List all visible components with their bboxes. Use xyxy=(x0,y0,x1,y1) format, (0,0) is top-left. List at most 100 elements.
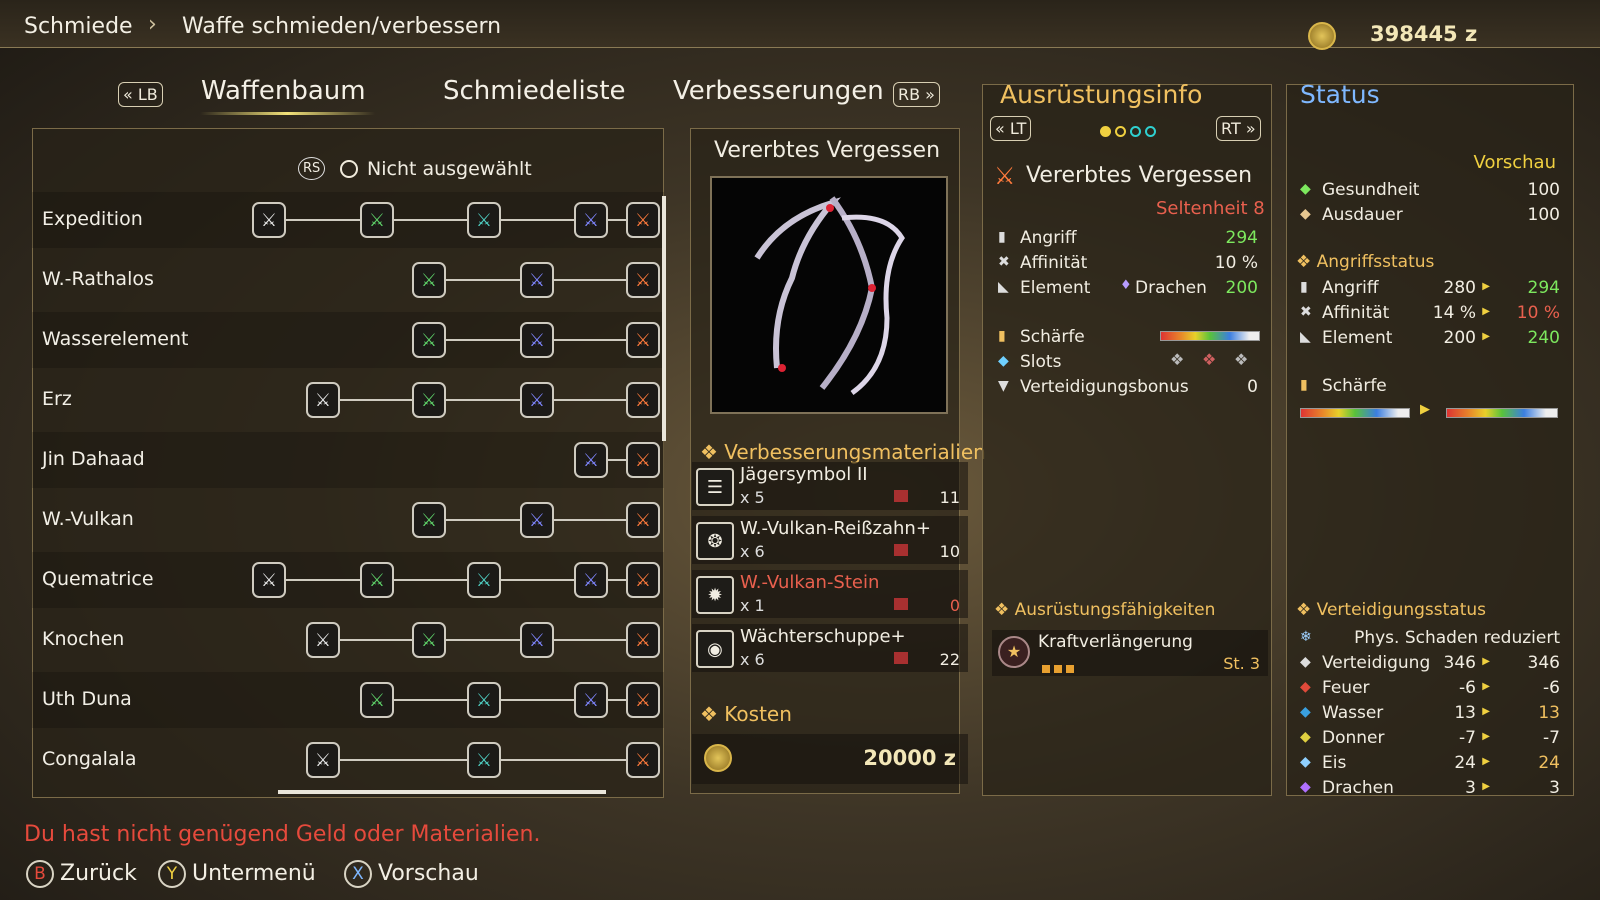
info-attack-row: ▮ Angriff 294 xyxy=(998,228,1258,248)
tree-row[interactable]: W.-Vulkan ⚔ ⚔ ⚔ xyxy=(32,492,664,548)
weapon-node-icon[interactable]: ⚔ xyxy=(467,682,501,718)
stat-icon: ◣ xyxy=(1300,329,1311,345)
lb-button[interactable]: « LB xyxy=(118,82,163,107)
weapon-node-icon[interactable]: ⚔ xyxy=(306,382,340,418)
materials-title: ❖ Verbesserungsmaterialien xyxy=(700,440,986,464)
skill-row[interactable]: ★ Kraftverlängerung St. 3 xyxy=(992,630,1268,676)
weapon-node-icon[interactable]: ⚔ xyxy=(360,562,394,598)
weapon-node-icon[interactable]: ⚔ xyxy=(467,742,501,778)
weapon-node-icon[interactable]: ⚔ xyxy=(252,202,286,238)
weapon-node-icon[interactable]: ⚔ xyxy=(467,202,501,238)
stat-after: 346 xyxy=(1527,653,1560,673)
tree-vertical-scrollbar[interactable] xyxy=(662,196,666,441)
stat-before: 3 xyxy=(1465,778,1476,798)
weapon-node-icon[interactable]: ⚔ xyxy=(412,322,446,358)
arrow-right-icon: ▶ xyxy=(1482,306,1490,317)
weapon-node-icon[interactable]: ⚔ xyxy=(626,442,660,478)
b-button-icon: B xyxy=(26,860,54,888)
weapon-node-icon[interactable]: ⚔ xyxy=(574,442,608,478)
weapon-node-icon[interactable]: ⚔ xyxy=(520,322,554,358)
arrow-right-icon: ▶ xyxy=(1482,281,1490,292)
tree-row[interactable]: W.-Rathalos ⚔ ⚔ ⚔ xyxy=(32,252,664,308)
weapon-node-icon[interactable]: ⚔ xyxy=(412,502,446,538)
snowflake-icon: ❄ xyxy=(1300,629,1312,645)
tree-row-label: W.-Vulkan xyxy=(42,508,134,530)
arrow-right-icon: ▶ xyxy=(1482,706,1490,717)
breadcrumb-section[interactable]: Schmiede xyxy=(24,14,133,39)
weapon-node-icon[interactable]: ⚔ xyxy=(412,622,446,658)
material-row[interactable]: ◉ Wächterschuppe+ x 6 22 xyxy=(692,624,968,672)
tree-row[interactable]: Erz ⚔ ⚔ ⚔ ⚔ xyxy=(32,372,664,428)
tree-row[interactable]: Knochen ⚔ ⚔ ⚔ ⚔ xyxy=(32,612,664,668)
filter-text[interactable]: Nicht ausgewählt xyxy=(367,158,532,180)
arrow-right-icon: ▶ xyxy=(1482,731,1490,742)
defense-status-title: ❖ Verteidigungsstatus xyxy=(1296,600,1487,620)
tree-row[interactable]: Wasserelement ⚔ ⚔ ⚔ xyxy=(32,312,664,368)
hint-preview[interactable]: X Vorschau xyxy=(344,860,479,888)
weapon-node-icon[interactable]: ⚔ xyxy=(306,742,340,778)
weapon-node-icon[interactable]: ⚔ xyxy=(626,262,660,298)
tree-row[interactable]: Jin Dahaad ⚔ ⚔ xyxy=(32,432,664,488)
weapon-node-icon[interactable]: ⚔ xyxy=(574,562,608,598)
weapon-node-icon[interactable]: ⚔ xyxy=(574,682,608,718)
stat-before: 346 xyxy=(1443,653,1476,673)
weapon-node-icon[interactable]: ⚔ xyxy=(360,202,394,238)
material-owned: 22 xyxy=(939,650,960,669)
tree-row-label: W.-Rathalos xyxy=(42,268,154,290)
weapon-node-icon[interactable]: ⚔ xyxy=(626,502,660,538)
tree-row[interactable]: Expedition ⚔ ⚔ ⚔ ⚔ ⚔ xyxy=(32,192,664,248)
item-box-icon xyxy=(894,490,908,502)
element-icon: ◆ xyxy=(1300,754,1311,770)
weapon-node-icon[interactable]: ⚔ xyxy=(626,322,660,358)
weapon-node-icon[interactable]: ⚔ xyxy=(626,562,660,598)
weapon-node-icon[interactable]: ⚔ xyxy=(360,682,394,718)
decoration-slot-icon: ❖ xyxy=(1234,350,1249,369)
weapon-node-icon[interactable]: ⚔ xyxy=(252,562,286,598)
lt-button[interactable]: « LT xyxy=(990,116,1032,141)
y-button-icon: Y xyxy=(158,860,186,888)
weapon-node-icon[interactable]: ⚔ xyxy=(626,382,660,418)
rb-button[interactable]: RB » xyxy=(893,82,940,107)
tree-row[interactable]: Uth Duna ⚔ ⚔ ⚔ ⚔ xyxy=(32,672,664,728)
material-row[interactable]: ☰ Jägersymbol II x 5 11 xyxy=(692,462,968,510)
weapon-node-icon[interactable]: ⚔ xyxy=(467,562,501,598)
weapon-node-icon[interactable]: ⚔ xyxy=(626,622,660,658)
weapon-node-icon[interactable]: ⚔ xyxy=(626,742,660,778)
weapon-node-icon[interactable]: ⚔ xyxy=(412,262,446,298)
weapon-node-icon[interactable]: ⚔ xyxy=(412,382,446,418)
weapon-node-icon[interactable]: ⚔ xyxy=(626,682,660,718)
shield-icon: ▼ xyxy=(998,378,1009,394)
tab-schmiedeliste[interactable]: Schmiedeliste xyxy=(443,76,626,106)
cost-title: ❖ Kosten xyxy=(700,702,792,726)
skill-level: St. 3 xyxy=(1223,654,1260,673)
stat-before: 13 xyxy=(1454,703,1476,723)
rs-button[interactable]: RS xyxy=(298,157,326,180)
stat-label: Verteidigung xyxy=(1322,653,1431,673)
weapon-node-icon[interactable]: ⚔ xyxy=(574,202,608,238)
weapon-node-icon[interactable]: ⚔ xyxy=(520,622,554,658)
hint-submenu[interactable]: Y Untermenü xyxy=(158,860,316,888)
tab-waffenbaum[interactable]: Waffenbaum xyxy=(201,76,366,106)
tree-row-label: Quematrice xyxy=(42,568,154,590)
weapon-node-icon[interactable]: ⚔ xyxy=(520,262,554,298)
tab-verbesserungen[interactable]: Verbesserungen xyxy=(673,76,884,106)
tree-row[interactable]: Quematrice ⚔ ⚔ ⚔ ⚔ ⚔ xyxy=(32,552,664,608)
element-icon: ◆ xyxy=(1300,654,1311,670)
rt-button[interactable]: RT » xyxy=(1216,116,1261,141)
weapon-node-icon[interactable]: ⚔ xyxy=(520,382,554,418)
decoration-slot-icon: ❖ xyxy=(1202,350,1217,369)
info-defense-bonus-row: ▼ Verteidigungsbonus 0 xyxy=(998,377,1258,397)
material-row[interactable]: ❂ W.-Vulkan-Reißzahn+ x 6 10 xyxy=(692,516,968,564)
tree-row[interactable]: Congalala ⚔ ⚔ ⚔ xyxy=(32,732,664,788)
stat-before: 24 xyxy=(1454,753,1476,773)
info-slots-row: ◆ Slots ❖ ❖ ❖ xyxy=(998,350,1249,372)
weapon-node-icon[interactable]: ⚔ xyxy=(626,202,660,238)
stat-label: Element xyxy=(1322,328,1393,348)
tree-row-label: Expedition xyxy=(42,208,143,230)
stat-icon: ✖ xyxy=(1300,304,1312,320)
weapon-node-icon[interactable]: ⚔ xyxy=(520,502,554,538)
hint-back[interactable]: B Zurück xyxy=(26,860,137,888)
material-row[interactable]: ✹ W.-Vulkan-Stein x 1 0 xyxy=(692,570,968,618)
tree-horizontal-scrollbar[interactable] xyxy=(278,790,606,794)
weapon-node-icon[interactable]: ⚔ xyxy=(306,622,340,658)
